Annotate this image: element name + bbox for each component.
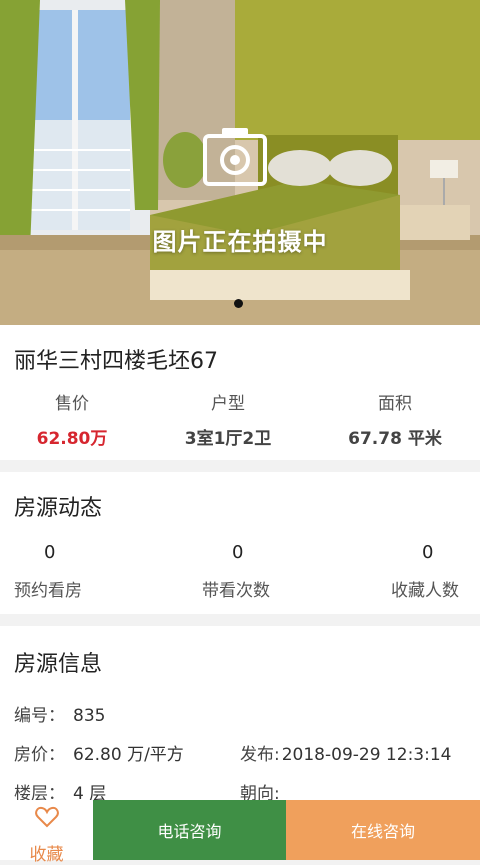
listing-summary: 丽华三村四楼毛坯67 售价 62.80万 户型 3室1厅2卫 面积 67.78 … [0,325,480,460]
favorites-count: 0 [422,542,434,563]
phone-consult-button[interactable]: 电话咨询 [93,800,286,860]
heart-icon [35,806,59,828]
online-consult-button[interactable]: 在线咨询 [286,800,480,860]
appointments-count: 0 [44,542,56,563]
listing-dynamics: 房源动态 0 预约看房 0 带看次数 0 收藏人数 [0,472,480,614]
stat-layout: 户型 3室1厅2卫 [158,389,298,449]
stat-area-value: 67.78 平米 [348,429,442,449]
viewings-label: 带看次数 [202,581,270,601]
publish-row: 发布: 2018-09-29 12:3:14 [240,740,451,765]
unit-price-value: 62.80 万/平方 [73,745,184,765]
unit-price-row: 房价： 62.80 万/平方 [14,740,184,765]
code-row: 编号： 835 [14,701,105,726]
unit-price-label: 房价： [14,745,65,765]
bottom-action-bar: 收藏 电话咨询 在线咨询 [0,800,480,865]
appointments-label: 预约看房 [14,581,82,601]
dynamics-title: 房源动态 [14,496,103,521]
stat-layout-value: 3室1厅2卫 [184,429,272,449]
listing-info: 房源信息 编号： 835 房价： 62.80 万/平方 发布: 2018-09-29 … [0,626,480,806]
favorite-button[interactable]: 收藏 [0,800,93,865]
listing-title: 丽华三村四楼毛坯67 [14,349,218,374]
hero-carousel[interactable]: 图片正在拍摄中 [0,0,480,325]
stat-price-label: 售价 [55,394,89,414]
favorite-label: 收藏 [29,845,64,865]
favorites-label: 收藏人数 [391,581,459,601]
stat-area-label: 面积 [378,394,412,414]
carousel-indicator-dot[interactable] [234,299,243,308]
publish-value: 2018-09-29 12:3:14 [281,745,452,765]
code-value: 835 [73,706,106,726]
info-title: 房源信息 [14,652,103,677]
stat-price: 售价 62.80万 [2,389,142,449]
stat-layout-label: 户型 [211,394,245,414]
code-label: 编号： [14,706,65,726]
publish-label: 发布: [240,745,280,765]
stat-area: 面积 67.78 平米 [325,389,465,449]
camera-icon [203,128,267,186]
stat-price-value: 62.80万 [36,429,108,449]
hero-caption: 图片正在拍摄中 [152,228,328,256]
viewings-count: 0 [232,542,244,563]
